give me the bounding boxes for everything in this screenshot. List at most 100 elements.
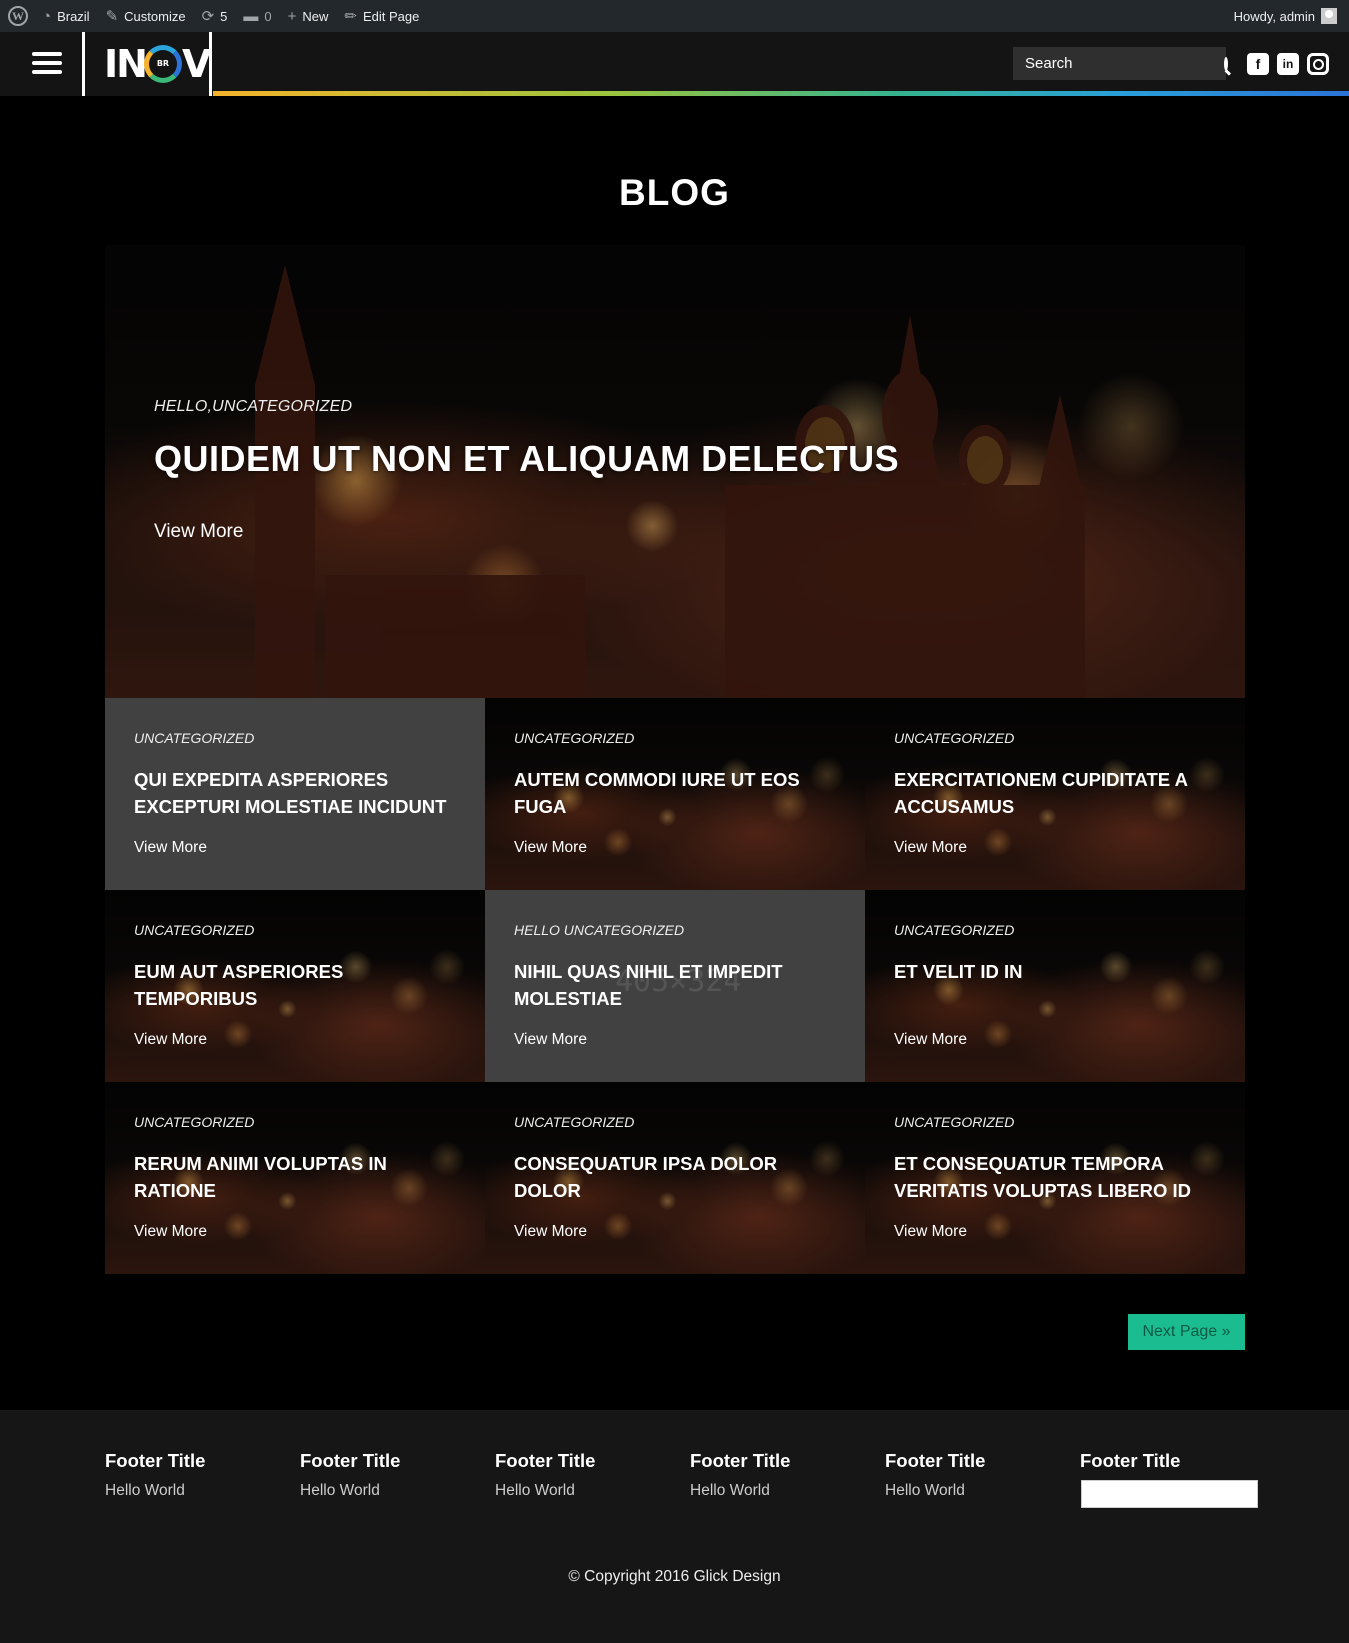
- dashboard-icon: ◔: [42, 7, 52, 25]
- header-divider: [209, 32, 212, 96]
- view-more-link[interactable]: View More: [514, 839, 587, 857]
- post-title[interactable]: AUTEM COMMODI IURE UT EOS FUGA: [514, 766, 844, 820]
- view-more-link[interactable]: View More: [514, 1223, 587, 1241]
- footer-link[interactable]: Hello World: [105, 1482, 285, 1500]
- view-more-link[interactable]: View More: [154, 521, 243, 543]
- post-category[interactable]: UNCATEGORIZED: [134, 730, 254, 746]
- footer-link[interactable]: Hello World: [300, 1482, 480, 1500]
- footer-column: Footer Title Hello World: [690, 1450, 870, 1500]
- site-footer: Footer Title Hello World Footer Title He…: [0, 1410, 1349, 1643]
- post-category[interactable]: HELLO UNCATEGORIZED: [514, 922, 684, 938]
- paintbrush-icon: ✎: [105, 8, 119, 25]
- admin-bar-updates[interactable]: ⟳ 5: [194, 0, 236, 32]
- view-more-link[interactable]: View More: [894, 839, 967, 857]
- post-card[interactable]: UNCATEGORIZED EXERCITATIONEM CUPIDITATE …: [865, 698, 1245, 890]
- edit-page-label: Edit Page: [362, 8, 420, 24]
- post-title[interactable]: QUI EXPEDITA ASPERIORES EXCEPTURI MOLEST…: [134, 766, 464, 820]
- updates-count: 5: [220, 8, 228, 24]
- new-label: New: [302, 8, 329, 24]
- admin-bar-customize[interactable]: ✎ Customize: [98, 0, 194, 32]
- howdy-label: Howdy, admin: [1233, 8, 1315, 24]
- comments-count: 0: [264, 8, 272, 24]
- facebook-icon[interactable]: f: [1247, 53, 1269, 75]
- search-input[interactable]: [1025, 55, 1224, 72]
- footer-column: Footer Title: [1080, 1450, 1260, 1472]
- updates-icon: ⟳: [201, 8, 215, 25]
- post-card[interactable]: UNCATEGORIZED QUI EXPEDITA ASPERIORES EX…: [105, 698, 485, 890]
- post-title[interactable]: ET CONSEQUATUR TEMPORA VERITATIS VOLUPTA…: [894, 1150, 1224, 1204]
- post-category[interactable]: UNCATEGORIZED: [134, 922, 254, 938]
- plus-icon: +: [287, 7, 297, 25]
- instagram-icon[interactable]: [1307, 53, 1329, 75]
- footer-column: Footer Title Hello World: [885, 1450, 1065, 1500]
- post-card[interactable]: UNCATEGORIZED ET CONSEQUATUR TEMPORA VER…: [865, 1082, 1245, 1274]
- footer-title: Footer Title: [1080, 1450, 1181, 1471]
- footer-title: Footer Title: [300, 1450, 401, 1471]
- admin-bar-account[interactable]: Howdy, admin: [1234, 8, 1349, 24]
- post-card[interactable]: UNCATEGORIZED ET VELIT ID IN View More: [865, 890, 1245, 1082]
- view-more-link[interactable]: View More: [894, 1223, 967, 1241]
- view-more-link[interactable]: View More: [894, 1031, 967, 1049]
- admin-bar: W ◔ Brazil ✎ Customize ⟳ 5 ▬ 0 + New ✏ E…: [0, 0, 1349, 32]
- admin-bar-new[interactable]: + New: [280, 0, 337, 32]
- post-title[interactable]: RERUM ANIMI VOLUPTAS IN RATIONE: [134, 1150, 464, 1204]
- site-logo[interactable]: IN BR V: [104, 40, 211, 88]
- post-category[interactable]: UNCATEGORIZED: [134, 1114, 254, 1130]
- post-title[interactable]: CONSEQUATUR IPSA DOLOR DOLOR: [514, 1150, 844, 1204]
- post-category[interactable]: UNCATEGORIZED: [514, 730, 634, 746]
- footer-link[interactable]: Hello World: [885, 1482, 1065, 1500]
- customize-label: Customize: [124, 8, 186, 24]
- search-icon[interactable]: [1224, 56, 1228, 71]
- logo-text-left: IN: [104, 42, 148, 86]
- footer-input-field[interactable]: [1081, 1480, 1258, 1508]
- post-category[interactable]: HELLO,UNCATEGORIZED: [154, 398, 352, 416]
- post-category[interactable]: UNCATEGORIZED: [894, 922, 1014, 938]
- featured-post[interactable]: HELLO,UNCATEGORIZED QUIDEM UT NON ET ALI…: [105, 245, 1245, 698]
- post-title[interactable]: QUIDEM UT NON ET ALIQUAM DELECTUS: [154, 438, 899, 480]
- view-more-link[interactable]: View More: [134, 1031, 207, 1049]
- next-page-button[interactable]: Next Page »: [1128, 1314, 1245, 1350]
- copyright-text: © Copyright 2016 Glick Design: [568, 1568, 781, 1585]
- admin-bar-site-link[interactable]: ◔ Brazil: [34, 0, 98, 32]
- linkedin-icon[interactable]: in: [1277, 53, 1299, 75]
- post-card[interactable]: UNCATEGORIZED AUTEM COMMODI IURE UT EOS …: [485, 698, 865, 890]
- pencil-icon: ✏: [344, 8, 357, 25]
- footer-link[interactable]: Hello World: [690, 1482, 870, 1500]
- post-category[interactable]: UNCATEGORIZED: [894, 730, 1014, 746]
- post-card[interactable]: UNCATEGORIZED CONSEQUATUR IPSA DOLOR DOL…: [485, 1082, 865, 1274]
- post-card[interactable]: 405×324 HELLO UNCATEGORIZED NIHIL QUAS N…: [485, 890, 865, 1082]
- logo-ring: BR: [143, 45, 182, 83]
- post-title[interactable]: EUM AUT ASPERIORES TEMPORIBUS: [134, 958, 464, 1012]
- admin-bar-edit-page[interactable]: ✏ Edit Page: [336, 0, 427, 32]
- footer-column: Footer Title Hello World: [495, 1450, 675, 1500]
- post-card[interactable]: UNCATEGORIZED RERUM ANIMI VOLUPTAS IN RA…: [105, 1082, 485, 1274]
- rainbow-accent-bar: [213, 91, 1349, 96]
- post-title[interactable]: NIHIL QUAS NIHIL ET IMPEDIT MOLESTIAE: [514, 958, 844, 1012]
- header-divider: [82, 32, 85, 96]
- post-title[interactable]: EXERCITATIONEM CUPIDITATE A ACCUSAMUS: [894, 766, 1224, 820]
- footer-column: Footer Title Hello World: [105, 1450, 285, 1500]
- footer-title: Footer Title: [495, 1450, 596, 1471]
- post-category[interactable]: UNCATEGORIZED: [894, 1114, 1014, 1130]
- footer-title: Footer Title: [885, 1450, 986, 1471]
- post-grid: UNCATEGORIZED QUI EXPEDITA ASPERIORES EX…: [105, 698, 1245, 1274]
- admin-bar-comments[interactable]: ▬ 0: [235, 0, 279, 32]
- footer-link[interactable]: Hello World: [495, 1482, 675, 1500]
- post-category[interactable]: UNCATEGORIZED: [514, 1114, 634, 1130]
- wordpress-logo-icon[interactable]: W: [8, 6, 28, 26]
- view-more-link[interactable]: View More: [134, 839, 207, 857]
- footer-title: Footer Title: [105, 1450, 206, 1471]
- avatar: [1321, 8, 1337, 24]
- page-title: BLOG: [619, 172, 730, 213]
- search-box: [1013, 47, 1228, 80]
- hamburger-menu-icon[interactable]: [32, 52, 62, 76]
- logo-text-right: V: [181, 42, 211, 86]
- view-more-link[interactable]: View More: [514, 1031, 587, 1049]
- footer-title: Footer Title: [690, 1450, 791, 1471]
- view-more-link[interactable]: View More: [134, 1223, 207, 1241]
- post-card[interactable]: UNCATEGORIZED EUM AUT ASPERIORES TEMPORI…: [105, 890, 485, 1082]
- comment-icon: ▬: [243, 7, 259, 25]
- footer-column: Footer Title Hello World: [300, 1450, 480, 1500]
- site-name: Brazil: [57, 8, 90, 24]
- post-title[interactable]: ET VELIT ID IN: [894, 958, 1224, 985]
